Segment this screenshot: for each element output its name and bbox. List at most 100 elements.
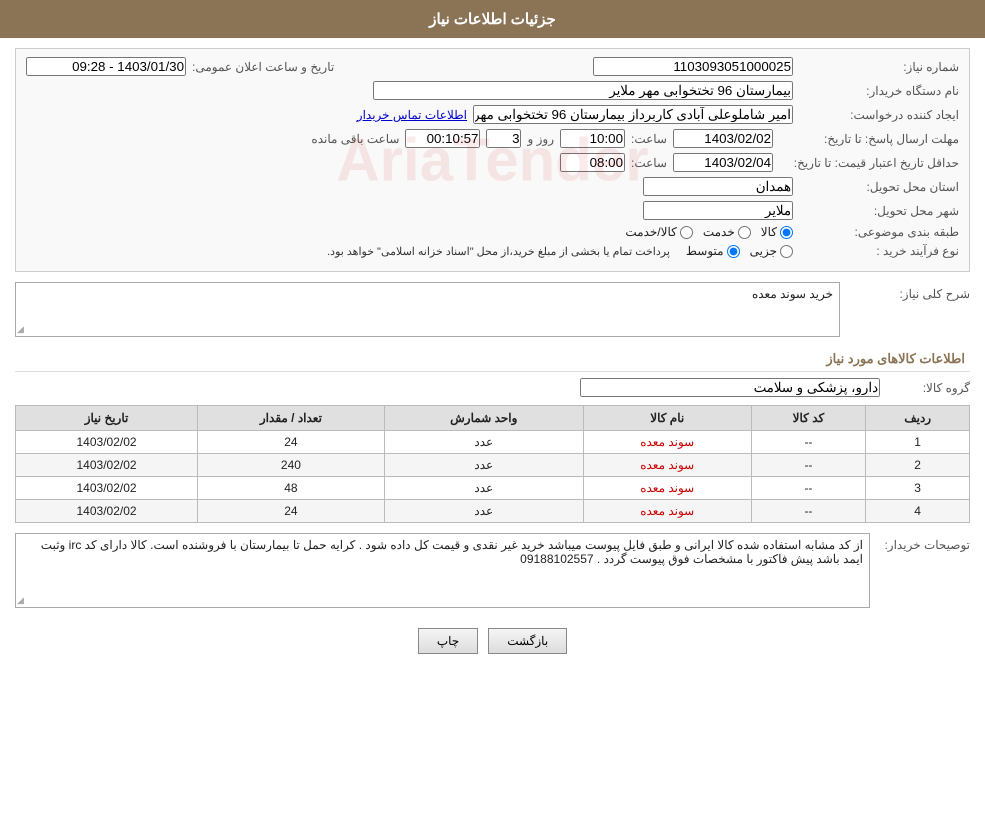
tosaif-label: توصیحات خریدار: bbox=[870, 533, 970, 552]
mohlat-remaining-label: ساعت باقی مانده bbox=[311, 132, 399, 146]
tabaqe-radio-group: کالا خدمت کالا/خدمت bbox=[625, 225, 793, 239]
cell-name: سوند معده bbox=[583, 500, 751, 523]
tabaqe-kala-khadamat-option[interactable]: کالا/خدمت bbox=[625, 225, 692, 239]
shahr-input bbox=[643, 201, 793, 220]
tabaqe-khadamat-radio[interactable] bbox=[738, 226, 751, 239]
mohlat-date-input bbox=[673, 129, 773, 148]
mohlat-label: مهلت ارسال پاسخ: تا تاریخ: bbox=[779, 132, 959, 146]
cell-name: سوند معده bbox=[583, 431, 751, 454]
cell-radif: 4 bbox=[866, 500, 970, 523]
shomareNiaz-input bbox=[593, 57, 793, 76]
noFarayand-jazri-label: جزیی bbox=[750, 244, 777, 258]
cell-tarikh: 1403/02/02 bbox=[16, 500, 198, 523]
groupKala-label: گروه کالا: bbox=[880, 381, 970, 395]
table-row: 2 -- سوند معده عدد 240 1403/02/02 bbox=[16, 454, 970, 477]
tabaqe-label: طبقه بندی موضوعی: bbox=[799, 225, 959, 239]
cell-tedad: 240 bbox=[198, 454, 385, 477]
footer-buttons: بازگشت چاپ bbox=[15, 616, 970, 666]
groupKala-input bbox=[580, 378, 880, 397]
resize-icon: ◢ bbox=[17, 324, 24, 335]
print-button[interactable]: چاپ bbox=[418, 628, 478, 654]
hadaq-time-input bbox=[560, 153, 625, 172]
cell-tedad: 48 bbox=[198, 477, 385, 500]
noFarayand-motevaset-radio[interactable] bbox=[727, 245, 740, 258]
mohlat-roz-input bbox=[486, 129, 521, 148]
sharh-value: خرید سوند معده ◢ bbox=[15, 282, 840, 337]
tarikheElan-label: تاریخ و ساعت اعلان عمومی: bbox=[192, 60, 334, 74]
table-row: 1 -- سوند معده عدد 24 1403/02/02 bbox=[16, 431, 970, 454]
cell-kod: -- bbox=[751, 477, 866, 500]
shahr-label: شهر محل تحویل: bbox=[799, 204, 959, 218]
cell-tedad: 24 bbox=[198, 431, 385, 454]
ijadKonande-input bbox=[473, 105, 793, 124]
info-section: AriaTender شماره نیاز: تاریخ و ساعت اعلا… bbox=[15, 48, 970, 272]
cell-kod: -- bbox=[751, 500, 866, 523]
hadaq-label: حداقل تاریخ اعتبار قیمت: تا تاریخ: bbox=[779, 156, 959, 170]
tabaqe-khadamat-option[interactable]: خدمت bbox=[703, 225, 751, 239]
noFarayand-jazri-radio[interactable] bbox=[780, 245, 793, 258]
cell-radif: 1 bbox=[866, 431, 970, 454]
noFarayand-jazri-option[interactable]: جزیی bbox=[750, 244, 793, 258]
cell-tarikh: 1403/02/02 bbox=[16, 431, 198, 454]
page-header: جزئیات اطلاعات نیاز bbox=[0, 0, 985, 38]
ostan-label: استان محل تحویل: bbox=[799, 180, 959, 194]
tabaqe-khadamat-label: خدمت bbox=[703, 225, 735, 239]
sharh-label: شرح کلی نیاز: bbox=[840, 282, 970, 301]
ijadKonande-label: ایجاد کننده درخواست: bbox=[799, 108, 959, 122]
col-tarikh: تاریخ نیاز bbox=[16, 406, 198, 431]
cell-tarikh: 1403/02/02 bbox=[16, 477, 198, 500]
cell-name: سوند معده bbox=[583, 477, 751, 500]
cell-kod: -- bbox=[751, 454, 866, 477]
cell-vahed: عدد bbox=[384, 477, 583, 500]
page-wrapper: جزئیات اطلاعات نیاز AriaTender شماره نیا… bbox=[0, 0, 985, 813]
shomareNiaz-label: شماره نیاز: bbox=[799, 60, 959, 74]
contact-link[interactable]: اطلاعات تماس خریدار bbox=[357, 108, 467, 122]
tosaif-value: از کد مشابه استفاده شده کالا ایرانی و طب… bbox=[15, 533, 870, 608]
cell-radif: 2 bbox=[866, 454, 970, 477]
cell-tarikh: 1403/02/02 bbox=[16, 454, 198, 477]
cell-vahed: عدد bbox=[384, 500, 583, 523]
table-row: 3 -- سوند معده عدد 48 1403/02/02 bbox=[16, 477, 970, 500]
cell-name: سوند معده bbox=[583, 454, 751, 477]
cell-vahed: عدد bbox=[384, 454, 583, 477]
noFarayand-motevaset-label: متوسط bbox=[686, 244, 724, 258]
resize-icon-2: ◢ bbox=[17, 595, 24, 606]
tabaqe-kala-label: کالا bbox=[761, 225, 777, 239]
noFarayand-radio-group: جزیی متوسط bbox=[686, 244, 793, 258]
noFarayand-motevaset-option[interactable]: متوسط bbox=[686, 244, 740, 258]
goods-table: ردیف کد کالا نام کالا واحد شمارش تعداد /… bbox=[15, 405, 970, 523]
hadaq-date-input bbox=[673, 153, 773, 172]
ostan-input bbox=[643, 177, 793, 196]
tosaif-section: توصیحات خریدار: از کد مشابه استفاده شده … bbox=[15, 533, 970, 608]
sharh-section: شرح کلی نیاز: خرید سوند معده ◢ bbox=[15, 282, 970, 337]
table-row: 4 -- سوند معده عدد 24 1403/02/02 bbox=[16, 500, 970, 523]
cell-tedad: 24 bbox=[198, 500, 385, 523]
namDastgah-input bbox=[373, 81, 793, 100]
back-button[interactable]: بازگشت bbox=[488, 628, 567, 654]
cell-vahed: عدد bbox=[384, 431, 583, 454]
main-content: AriaTender شماره نیاز: تاریخ و ساعت اعلا… bbox=[0, 38, 985, 676]
col-name: نام کالا bbox=[583, 406, 751, 431]
tabaqe-kala-option[interactable]: کالا bbox=[761, 225, 793, 239]
mohlat-time-label: ساعت: bbox=[631, 132, 667, 146]
group-kala-row: گروه کالا: bbox=[15, 378, 970, 397]
tabaqe-kala-radio[interactable] bbox=[780, 226, 793, 239]
col-tedad: تعداد / مقدار bbox=[198, 406, 385, 431]
tarikheElan-input bbox=[26, 57, 186, 76]
cell-radif: 3 bbox=[866, 477, 970, 500]
mohlat-roz-label: روز و bbox=[527, 132, 554, 146]
tabaqe-kala-khadamat-radio[interactable] bbox=[680, 226, 693, 239]
mohlat-time-input bbox=[560, 129, 625, 148]
goods-info-title: اطلاعات کالاهای مورد نیاز bbox=[15, 345, 970, 372]
noFarayand-desc: پرداخت تمام یا بخشی از مبلغ خرید،از محل … bbox=[327, 245, 670, 258]
hadaq-time-label: ساعت: bbox=[631, 156, 667, 170]
mohlat-remaining-input bbox=[405, 129, 480, 148]
col-kod: کد کالا bbox=[751, 406, 866, 431]
cell-kod: -- bbox=[751, 431, 866, 454]
col-vahed: واحد شمارش bbox=[384, 406, 583, 431]
col-radif: ردیف bbox=[866, 406, 970, 431]
header-title: جزئیات اطلاعات نیاز bbox=[429, 11, 556, 28]
noFarayand-label: نوع فرآیند خرید : bbox=[799, 244, 959, 258]
namDastgah-label: نام دستگاه خریدار: bbox=[799, 84, 959, 98]
tabaqe-kala-khadamat-label: کالا/خدمت bbox=[625, 225, 676, 239]
